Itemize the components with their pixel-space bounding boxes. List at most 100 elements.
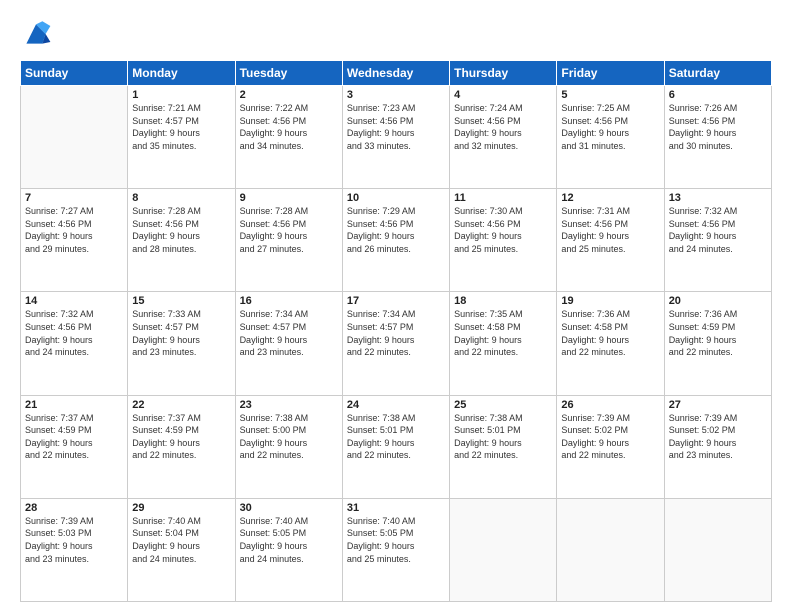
calendar-day-empty (664, 498, 771, 601)
day-number: 27 (669, 399, 767, 411)
day-number: 16 (240, 295, 338, 307)
weekday-header-wednesday: Wednesday (342, 61, 449, 86)
calendar-week-row: 28Sunrise: 7:39 AMSunset: 5:03 PMDayligh… (21, 498, 772, 601)
weekday-header-tuesday: Tuesday (235, 61, 342, 86)
day-info: Sunrise: 7:31 AMSunset: 4:56 PMDaylight:… (561, 205, 659, 255)
calendar-week-row: 14Sunrise: 7:32 AMSunset: 4:56 PMDayligh… (21, 292, 772, 395)
day-number: 9 (240, 192, 338, 204)
weekday-header-friday: Friday (557, 61, 664, 86)
calendar-week-row: 1Sunrise: 7:21 AMSunset: 4:57 PMDaylight… (21, 86, 772, 189)
calendar-day-10: 10Sunrise: 7:29 AMSunset: 4:56 PMDayligh… (342, 189, 449, 292)
day-info: Sunrise: 7:21 AMSunset: 4:57 PMDaylight:… (132, 102, 230, 152)
day-info: Sunrise: 7:39 AMSunset: 5:03 PMDaylight:… (25, 515, 123, 565)
weekday-header-sunday: Sunday (21, 61, 128, 86)
calendar-day-4: 4Sunrise: 7:24 AMSunset: 4:56 PMDaylight… (450, 86, 557, 189)
day-number: 29 (132, 502, 230, 514)
day-info: Sunrise: 7:40 AMSunset: 5:05 PMDaylight:… (240, 515, 338, 565)
day-number: 2 (240, 89, 338, 101)
day-info: Sunrise: 7:27 AMSunset: 4:56 PMDaylight:… (25, 205, 123, 255)
day-number: 19 (561, 295, 659, 307)
calendar-day-7: 7Sunrise: 7:27 AMSunset: 4:56 PMDaylight… (21, 189, 128, 292)
calendar-day-25: 25Sunrise: 7:38 AMSunset: 5:01 PMDayligh… (450, 395, 557, 498)
page: SundayMondayTuesdayWednesdayThursdayFrid… (0, 0, 792, 612)
calendar-week-row: 7Sunrise: 7:27 AMSunset: 4:56 PMDaylight… (21, 189, 772, 292)
calendar-day-20: 20Sunrise: 7:36 AMSunset: 4:59 PMDayligh… (664, 292, 771, 395)
calendar-day-19: 19Sunrise: 7:36 AMSunset: 4:58 PMDayligh… (557, 292, 664, 395)
day-info: Sunrise: 7:38 AMSunset: 5:00 PMDaylight:… (240, 412, 338, 462)
calendar-header-row: SundayMondayTuesdayWednesdayThursdayFrid… (21, 61, 772, 86)
day-info: Sunrise: 7:30 AMSunset: 4:56 PMDaylight:… (454, 205, 552, 255)
day-number: 7 (25, 192, 123, 204)
day-info: Sunrise: 7:36 AMSunset: 4:59 PMDaylight:… (669, 308, 767, 358)
calendar-day-31: 31Sunrise: 7:40 AMSunset: 5:05 PMDayligh… (342, 498, 449, 601)
calendar-day-8: 8Sunrise: 7:28 AMSunset: 4:56 PMDaylight… (128, 189, 235, 292)
day-info: Sunrise: 7:34 AMSunset: 4:57 PMDaylight:… (347, 308, 445, 358)
day-number: 1 (132, 89, 230, 101)
day-number: 21 (25, 399, 123, 411)
day-info: Sunrise: 7:33 AMSunset: 4:57 PMDaylight:… (132, 308, 230, 358)
day-number: 8 (132, 192, 230, 204)
calendar-day-21: 21Sunrise: 7:37 AMSunset: 4:59 PMDayligh… (21, 395, 128, 498)
day-info: Sunrise: 7:34 AMSunset: 4:57 PMDaylight:… (240, 308, 338, 358)
day-number: 3 (347, 89, 445, 101)
day-info: Sunrise: 7:28 AMSunset: 4:56 PMDaylight:… (132, 205, 230, 255)
day-number: 30 (240, 502, 338, 514)
calendar-table: SundayMondayTuesdayWednesdayThursdayFrid… (20, 60, 772, 602)
day-info: Sunrise: 7:28 AMSunset: 4:56 PMDaylight:… (240, 205, 338, 255)
calendar-day-24: 24Sunrise: 7:38 AMSunset: 5:01 PMDayligh… (342, 395, 449, 498)
calendar-day-9: 9Sunrise: 7:28 AMSunset: 4:56 PMDaylight… (235, 189, 342, 292)
calendar-day-22: 22Sunrise: 7:37 AMSunset: 4:59 PMDayligh… (128, 395, 235, 498)
day-info: Sunrise: 7:38 AMSunset: 5:01 PMDaylight:… (347, 412, 445, 462)
calendar-day-26: 26Sunrise: 7:39 AMSunset: 5:02 PMDayligh… (557, 395, 664, 498)
day-info: Sunrise: 7:40 AMSunset: 5:05 PMDaylight:… (347, 515, 445, 565)
day-number: 17 (347, 295, 445, 307)
logo-icon (20, 18, 52, 50)
calendar-day-3: 3Sunrise: 7:23 AMSunset: 4:56 PMDaylight… (342, 86, 449, 189)
calendar-day-12: 12Sunrise: 7:31 AMSunset: 4:56 PMDayligh… (557, 189, 664, 292)
day-info: Sunrise: 7:29 AMSunset: 4:56 PMDaylight:… (347, 205, 445, 255)
day-info: Sunrise: 7:25 AMSunset: 4:56 PMDaylight:… (561, 102, 659, 152)
calendar-day-5: 5Sunrise: 7:25 AMSunset: 4:56 PMDaylight… (557, 86, 664, 189)
day-info: Sunrise: 7:32 AMSunset: 4:56 PMDaylight:… (25, 308, 123, 358)
weekday-header-saturday: Saturday (664, 61, 771, 86)
calendar-day-empty (557, 498, 664, 601)
calendar-day-6: 6Sunrise: 7:26 AMSunset: 4:56 PMDaylight… (664, 86, 771, 189)
day-number: 31 (347, 502, 445, 514)
day-number: 28 (25, 502, 123, 514)
day-info: Sunrise: 7:39 AMSunset: 5:02 PMDaylight:… (669, 412, 767, 462)
day-number: 23 (240, 399, 338, 411)
weekday-header-monday: Monday (128, 61, 235, 86)
logo (20, 18, 56, 50)
day-info: Sunrise: 7:32 AMSunset: 4:56 PMDaylight:… (669, 205, 767, 255)
calendar-day-30: 30Sunrise: 7:40 AMSunset: 5:05 PMDayligh… (235, 498, 342, 601)
day-info: Sunrise: 7:22 AMSunset: 4:56 PMDaylight:… (240, 102, 338, 152)
day-info: Sunrise: 7:26 AMSunset: 4:56 PMDaylight:… (669, 102, 767, 152)
day-info: Sunrise: 7:37 AMSunset: 4:59 PMDaylight:… (25, 412, 123, 462)
day-info: Sunrise: 7:23 AMSunset: 4:56 PMDaylight:… (347, 102, 445, 152)
day-number: 20 (669, 295, 767, 307)
day-info: Sunrise: 7:40 AMSunset: 5:04 PMDaylight:… (132, 515, 230, 565)
day-info: Sunrise: 7:38 AMSunset: 5:01 PMDaylight:… (454, 412, 552, 462)
day-number: 22 (132, 399, 230, 411)
day-info: Sunrise: 7:37 AMSunset: 4:59 PMDaylight:… (132, 412, 230, 462)
calendar-week-row: 21Sunrise: 7:37 AMSunset: 4:59 PMDayligh… (21, 395, 772, 498)
calendar-day-16: 16Sunrise: 7:34 AMSunset: 4:57 PMDayligh… (235, 292, 342, 395)
day-number: 18 (454, 295, 552, 307)
day-info: Sunrise: 7:36 AMSunset: 4:58 PMDaylight:… (561, 308, 659, 358)
day-info: Sunrise: 7:35 AMSunset: 4:58 PMDaylight:… (454, 308, 552, 358)
day-info: Sunrise: 7:24 AMSunset: 4:56 PMDaylight:… (454, 102, 552, 152)
day-number: 12 (561, 192, 659, 204)
day-number: 4 (454, 89, 552, 101)
day-number: 25 (454, 399, 552, 411)
calendar-day-15: 15Sunrise: 7:33 AMSunset: 4:57 PMDayligh… (128, 292, 235, 395)
calendar-day-14: 14Sunrise: 7:32 AMSunset: 4:56 PMDayligh… (21, 292, 128, 395)
calendar-day-23: 23Sunrise: 7:38 AMSunset: 5:00 PMDayligh… (235, 395, 342, 498)
calendar-day-2: 2Sunrise: 7:22 AMSunset: 4:56 PMDaylight… (235, 86, 342, 189)
calendar-day-28: 28Sunrise: 7:39 AMSunset: 5:03 PMDayligh… (21, 498, 128, 601)
calendar-day-empty (450, 498, 557, 601)
calendar-day-11: 11Sunrise: 7:30 AMSunset: 4:56 PMDayligh… (450, 189, 557, 292)
day-number: 24 (347, 399, 445, 411)
day-number: 26 (561, 399, 659, 411)
calendar-day-18: 18Sunrise: 7:35 AMSunset: 4:58 PMDayligh… (450, 292, 557, 395)
day-number: 13 (669, 192, 767, 204)
